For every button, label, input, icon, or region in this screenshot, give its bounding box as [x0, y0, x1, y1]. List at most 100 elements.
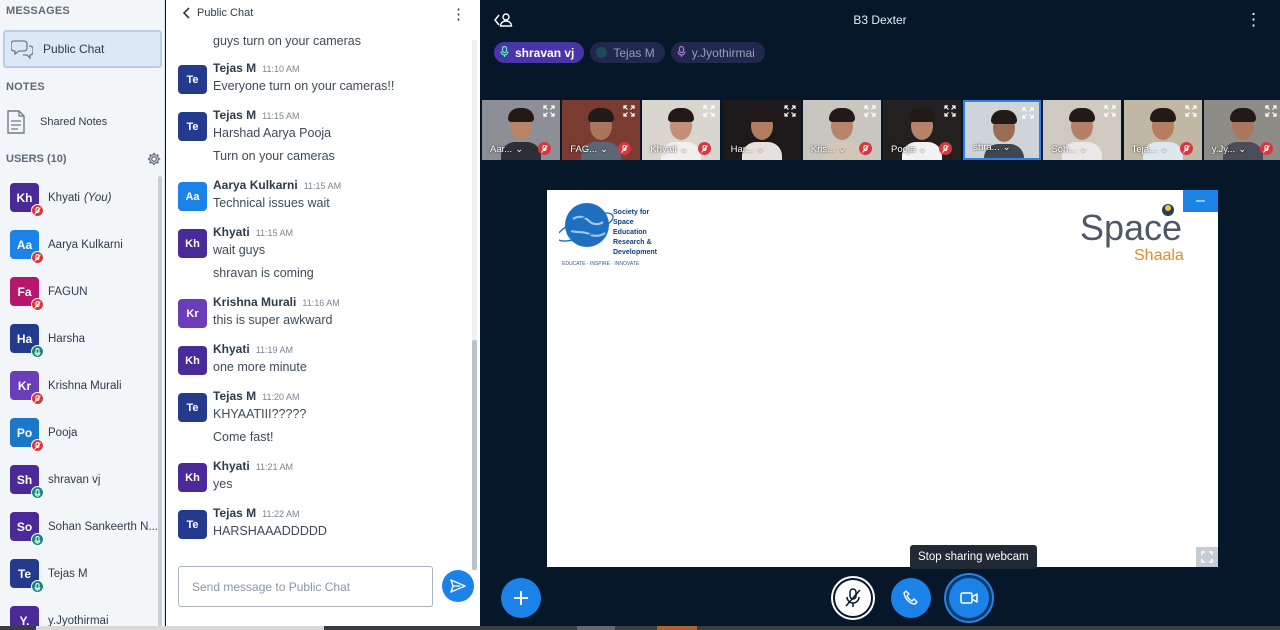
- expand-icon[interactable]: [623, 104, 635, 122]
- unmute-button[interactable]: [833, 578, 873, 618]
- mic-icon: [677, 45, 686, 60]
- webcam-tile[interactable]: Aar... ⌄: [482, 100, 560, 160]
- webcam-tile[interactable]: Pooja ⌄: [883, 100, 961, 160]
- webcam-user-name[interactable]: Aar... ⌄: [490, 144, 523, 155]
- chat-message: Aa Aarya Kulkarni 11:15 AM Technical issues…: [178, 178, 468, 225]
- user-list-item[interactable]: Sh shravan vj: [0, 456, 158, 503]
- webcam-user-name[interactable]: Teja... ⌄: [1132, 144, 1168, 155]
- video-camera-icon: [960, 592, 978, 604]
- sender-name: Khyati: [213, 342, 250, 356]
- webcam-user-name[interactable]: Khyati ⌄: [650, 144, 687, 155]
- stop-webcam-button[interactable]: [949, 578, 989, 618]
- webcam-tile[interactable]: Har... ⌄: [722, 100, 801, 160]
- webcam-person-hair: [588, 108, 615, 122]
- chat-scrollbar[interactable]: [472, 340, 477, 570]
- expand-icon[interactable]: [783, 104, 796, 122]
- webcam-tile[interactable]: Teja... ⌄: [1123, 100, 1202, 160]
- message-sender: Tejas M 11:20 AM: [213, 389, 299, 403]
- message-avatar: Te: [178, 393, 207, 422]
- public-chat-item[interactable]: Public Chat: [3, 30, 162, 68]
- messages-section-title: MESSAGES: [6, 5, 70, 17]
- leave-audio-button[interactable]: [891, 578, 931, 618]
- taskbar-item[interactable]: [577, 626, 615, 630]
- user-list-scrollbar[interactable]: [158, 176, 162, 626]
- user-list-item[interactable]: Kh Khyati (You): [0, 174, 158, 221]
- logo-line-5: Development: [613, 249, 658, 256]
- webcam-user-name[interactable]: Soh... ⌄: [1051, 144, 1087, 155]
- user-list-item[interactable]: Ha Harsha: [0, 315, 158, 362]
- webcam-tile[interactable]: FAG... ⌄: [562, 100, 641, 160]
- chat-header[interactable]: Public Chat: [166, 0, 480, 26]
- chat-message-input[interactable]: Send message to Public Chat: [178, 566, 433, 607]
- fullscreen-presentation-button[interactable]: [1196, 547, 1218, 567]
- webcam-user-name[interactable]: y.Jy... ⌄: [1212, 144, 1246, 155]
- taskbar-item[interactable]: [36, 626, 324, 630]
- webcam-name-text: Khyati: [650, 144, 677, 155]
- users-count-title: USERS (10): [6, 153, 67, 165]
- send-message-button[interactable]: [442, 570, 474, 602]
- mic-icon: [31, 486, 44, 499]
- talker-name: Tejas M: [613, 45, 655, 60]
- talker-chip[interactable]: y.Jyothirmai: [670, 42, 765, 63]
- webcam-user-name[interactable]: FAG... ⌄: [570, 144, 608, 155]
- webcam-tile[interactable]: Kris... ⌄: [802, 100, 881, 160]
- chat-bubbles-icon: [11, 40, 33, 59]
- gear-icon[interactable]: [147, 152, 161, 166]
- expand-icon[interactable]: [1184, 104, 1197, 122]
- expand-icon[interactable]: [703, 104, 715, 122]
- logo-line-1: Society for: [613, 209, 649, 216]
- talker-chip[interactable]: Tejas M: [590, 42, 665, 63]
- talker-chip[interactable]: shravan vj: [494, 42, 585, 63]
- taskbar-item[interactable]: [657, 626, 697, 630]
- webcam-tile[interactable]: Soh... ⌄: [1043, 100, 1122, 160]
- chevron-down-icon: ⌄: [679, 144, 688, 155]
- mic-muted-icon: [858, 142, 872, 155]
- expand-icon[interactable]: [944, 104, 956, 122]
- expand-icon[interactable]: [1022, 106, 1034, 124]
- message-avatar: Te: [178, 65, 207, 94]
- webcam-tile[interactable]: Khyati ⌄: [642, 100, 721, 160]
- user-avatar: Y.: [10, 606, 39, 626]
- expand-icon[interactable]: [864, 104, 876, 122]
- user-list-item[interactable]: Aa Aarya Kulkarni: [0, 221, 158, 268]
- webcam-person-hair: [1069, 108, 1096, 122]
- minimize-presentation-button[interactable]: –: [1183, 190, 1218, 212]
- user-list-item[interactable]: Kr Krishna Murali: [0, 362, 158, 409]
- user-list-item[interactable]: So Sohan Sankeerth N...: [0, 503, 158, 550]
- webcam-user-name[interactable]: shra... ⌄: [973, 142, 1010, 153]
- message-timestamp: 11:22 AM: [262, 509, 300, 519]
- user-name: Tejas M: [48, 567, 88, 580]
- webcam-tile[interactable]: shra... ⌄: [963, 100, 1042, 160]
- chevron-down-icon: ⌄: [1002, 142, 1011, 153]
- message-text: KHYAATIII?????: [213, 407, 307, 421]
- options-menu-icon[interactable]: ⋮: [1245, 10, 1262, 30]
- sender-name: Tejas M: [213, 389, 257, 403]
- webcam-person-hair: [1149, 108, 1176, 122]
- expand-icon[interactable]: [1265, 104, 1277, 122]
- sender-name: Tejas M: [213, 108, 257, 122]
- webcam-user-name[interactable]: Pooja ⌄: [891, 144, 926, 155]
- user-list-item[interactable]: Y. y.Jyothirmai: [0, 597, 158, 626]
- sender-name: Tejas M: [213, 61, 257, 75]
- chevron-left-icon[interactable]: [182, 7, 191, 19]
- user-avatar: Po: [10, 418, 44, 452]
- webcam-tile[interactable]: y.Jy... ⌄: [1203, 100, 1280, 160]
- public-chat-panel: Public Chat ⋮ guys turn on your cameras T…: [166, 0, 480, 626]
- webcam-user-name[interactable]: Kris... ⌄: [811, 144, 846, 155]
- user-list-item[interactable]: Fa FAGUN: [0, 268, 158, 315]
- user-avatar: Ha: [10, 324, 44, 358]
- logo-line-3: Education: [613, 229, 647, 236]
- expand-icon[interactable]: [1104, 104, 1116, 122]
- shared-notes-item[interactable]: Shared Notes: [6, 108, 107, 136]
- expand-icon[interactable]: [543, 104, 555, 122]
- user-list-item[interactable]: Te Tejas M: [0, 550, 158, 597]
- message-avatar: Te: [178, 510, 207, 539]
- phone-icon: [903, 590, 918, 605]
- chat-options-icon[interactable]: ⋮: [451, 5, 466, 23]
- message-timestamp: 11:15 AM: [303, 181, 342, 191]
- webcam-user-name[interactable]: Har... ⌄: [731, 144, 765, 155]
- user-list-item[interactable]: Po Pooja: [0, 409, 158, 456]
- actions-button[interactable]: [501, 578, 541, 618]
- avatar-initials: So: [16, 519, 33, 534]
- user-name: Harsha: [48, 332, 86, 345]
